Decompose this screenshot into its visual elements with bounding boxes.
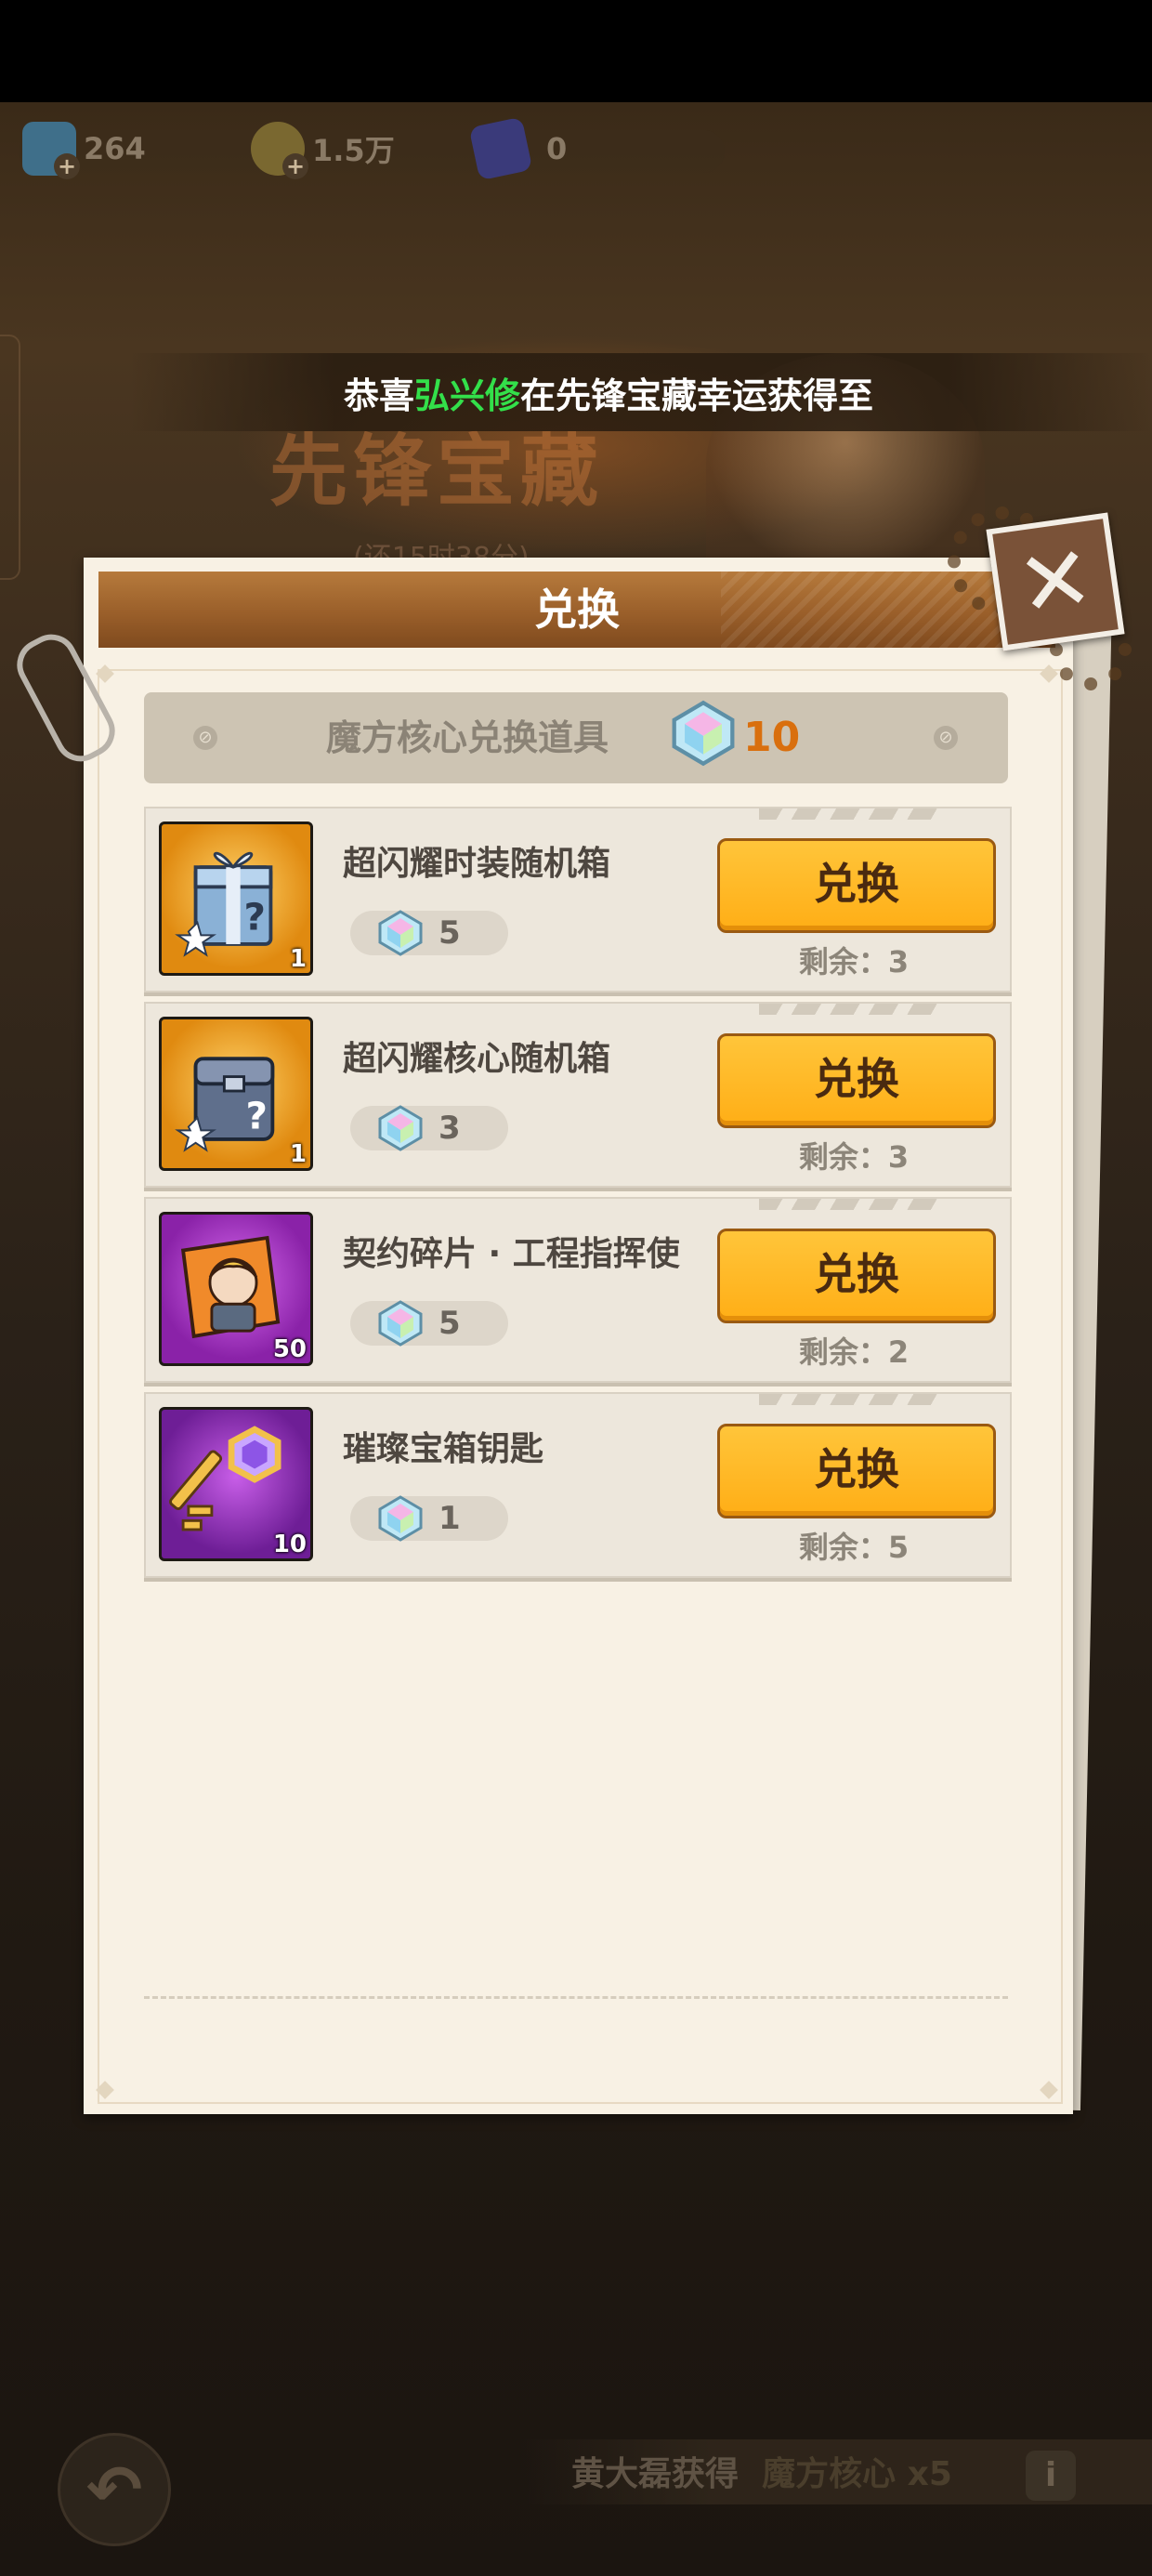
fashion-box-icon[interactable]: ? 1 bbox=[159, 821, 313, 976]
remaining-count: 剩余：2 bbox=[798, 1334, 910, 1370]
currency-diamond-value: 264 bbox=[84, 131, 146, 166]
cost-pill bbox=[350, 1496, 508, 1541]
item-quantity: 1 bbox=[289, 1140, 307, 1168]
item-cost: 3 bbox=[439, 1110, 461, 1147]
broadcast-text: 恭喜弘兴修在先锋宝藏幸运获得至 bbox=[344, 375, 874, 416]
close-button[interactable]: ✕ bbox=[986, 512, 1125, 651]
exchange-header-label: 魔方核心兑换道具 bbox=[325, 717, 609, 758]
header-bullet-icon: ⊘ bbox=[934, 726, 958, 750]
magic-cube-core-icon bbox=[376, 909, 425, 957]
item-quantity: 50 bbox=[272, 1335, 307, 1363]
item-cost: 5 bbox=[439, 1305, 461, 1342]
plus-icon[interactable]: + bbox=[54, 153, 80, 179]
cost-pill bbox=[350, 911, 508, 955]
currency-card[interactable]: 0 bbox=[468, 116, 568, 181]
row-stripe-decoration bbox=[759, 1199, 945, 1210]
exchange-item-row: 10 璀璨宝箱钥匙 1 兑换 剩余：5 bbox=[144, 1392, 1012, 1578]
exchange-button[interactable]: 兑换 bbox=[717, 1424, 996, 1518]
item-name: 契约碎片 · 工程指挥使 bbox=[343, 1235, 680, 1273]
cost-pill bbox=[350, 1106, 508, 1150]
svg-text:?: ? bbox=[244, 895, 266, 940]
exchange-button[interactable]: 兑换 bbox=[717, 838, 996, 933]
exchange-header-amount: 10 bbox=[743, 714, 801, 761]
item-quantity: 10 bbox=[272, 1531, 307, 1558]
exchange-item-row: ? 1 超闪耀时装随机箱 5 兑换 剩余：3 bbox=[144, 807, 1012, 992]
item-cost: 1 bbox=[439, 1500, 461, 1537]
close-icon: ✕ bbox=[1011, 524, 1100, 639]
reward-notice: 黄大磊获得 魔方核心 x5 bbox=[571, 2455, 952, 2493]
background-side-tab bbox=[0, 335, 20, 580]
currency-gold[interactable]: + 1.5万 bbox=[251, 121, 395, 179]
row-stripe-decoration bbox=[759, 808, 945, 820]
magic-cube-core-icon bbox=[669, 699, 738, 768]
magic-cube-core-icon bbox=[376, 1494, 425, 1543]
item-name: 超闪耀核心随机箱 bbox=[343, 1040, 611, 1078]
chest-key-icon[interactable]: 10 bbox=[159, 1407, 313, 1561]
magic-cube-core-icon bbox=[376, 1299, 425, 1347]
svg-text:?: ? bbox=[245, 1093, 267, 1137]
currency-gold-value: 1.5万 bbox=[312, 133, 395, 168]
item-name: 璀璨宝箱钥匙 bbox=[343, 1430, 544, 1468]
currency-diamond[interactable]: + 264 bbox=[22, 121, 146, 179]
diamond-currency-icon: + bbox=[22, 122, 80, 179]
back-arrow-icon: ↶ bbox=[85, 2451, 143, 2529]
item-quantity: 1 bbox=[289, 945, 307, 973]
item-cost: 5 bbox=[439, 914, 461, 952]
info-button[interactable]: i bbox=[1026, 2451, 1076, 2501]
cost-pill bbox=[350, 1301, 508, 1346]
back-button[interactable]: ↶ bbox=[58, 2433, 171, 2546]
broadcast-player-name: 弘兴修 bbox=[414, 375, 521, 416]
remaining-count: 剩余：3 bbox=[798, 944, 910, 979]
remaining-count: 剩余：5 bbox=[798, 1530, 910, 1565]
status-bar bbox=[0, 0, 1152, 102]
row-stripe-decoration bbox=[759, 1004, 945, 1015]
item-name: 超闪耀时装随机箱 bbox=[343, 845, 611, 883]
core-box-icon[interactable]: ? 1 bbox=[159, 1017, 313, 1171]
contract-fragment-icon[interactable]: 50 bbox=[159, 1212, 313, 1366]
magic-cube-core-icon bbox=[376, 1104, 425, 1152]
gold-coin-icon: + bbox=[251, 122, 308, 179]
exchange-button[interactable]: 兑换 bbox=[717, 1229, 996, 1323]
dialog-title: 兑换 bbox=[534, 585, 620, 635]
remaining-count: 剩余：3 bbox=[798, 1139, 910, 1175]
exchange-item-row: 50 契约碎片 · 工程指挥使 5 兑换 剩余：2 bbox=[144, 1197, 1012, 1383]
row-stripe-decoration bbox=[759, 1394, 945, 1405]
currency-card-value: 0 bbox=[546, 131, 568, 166]
list-end-divider bbox=[144, 1996, 1008, 1999]
card-ticket-icon bbox=[468, 116, 533, 181]
exchange-button[interactable]: 兑换 bbox=[717, 1033, 996, 1128]
plus-icon[interactable]: + bbox=[282, 153, 308, 179]
exchange-item-row: ? 1 超闪耀核心随机箱 3 兑换 剩余：3 bbox=[144, 1002, 1012, 1188]
